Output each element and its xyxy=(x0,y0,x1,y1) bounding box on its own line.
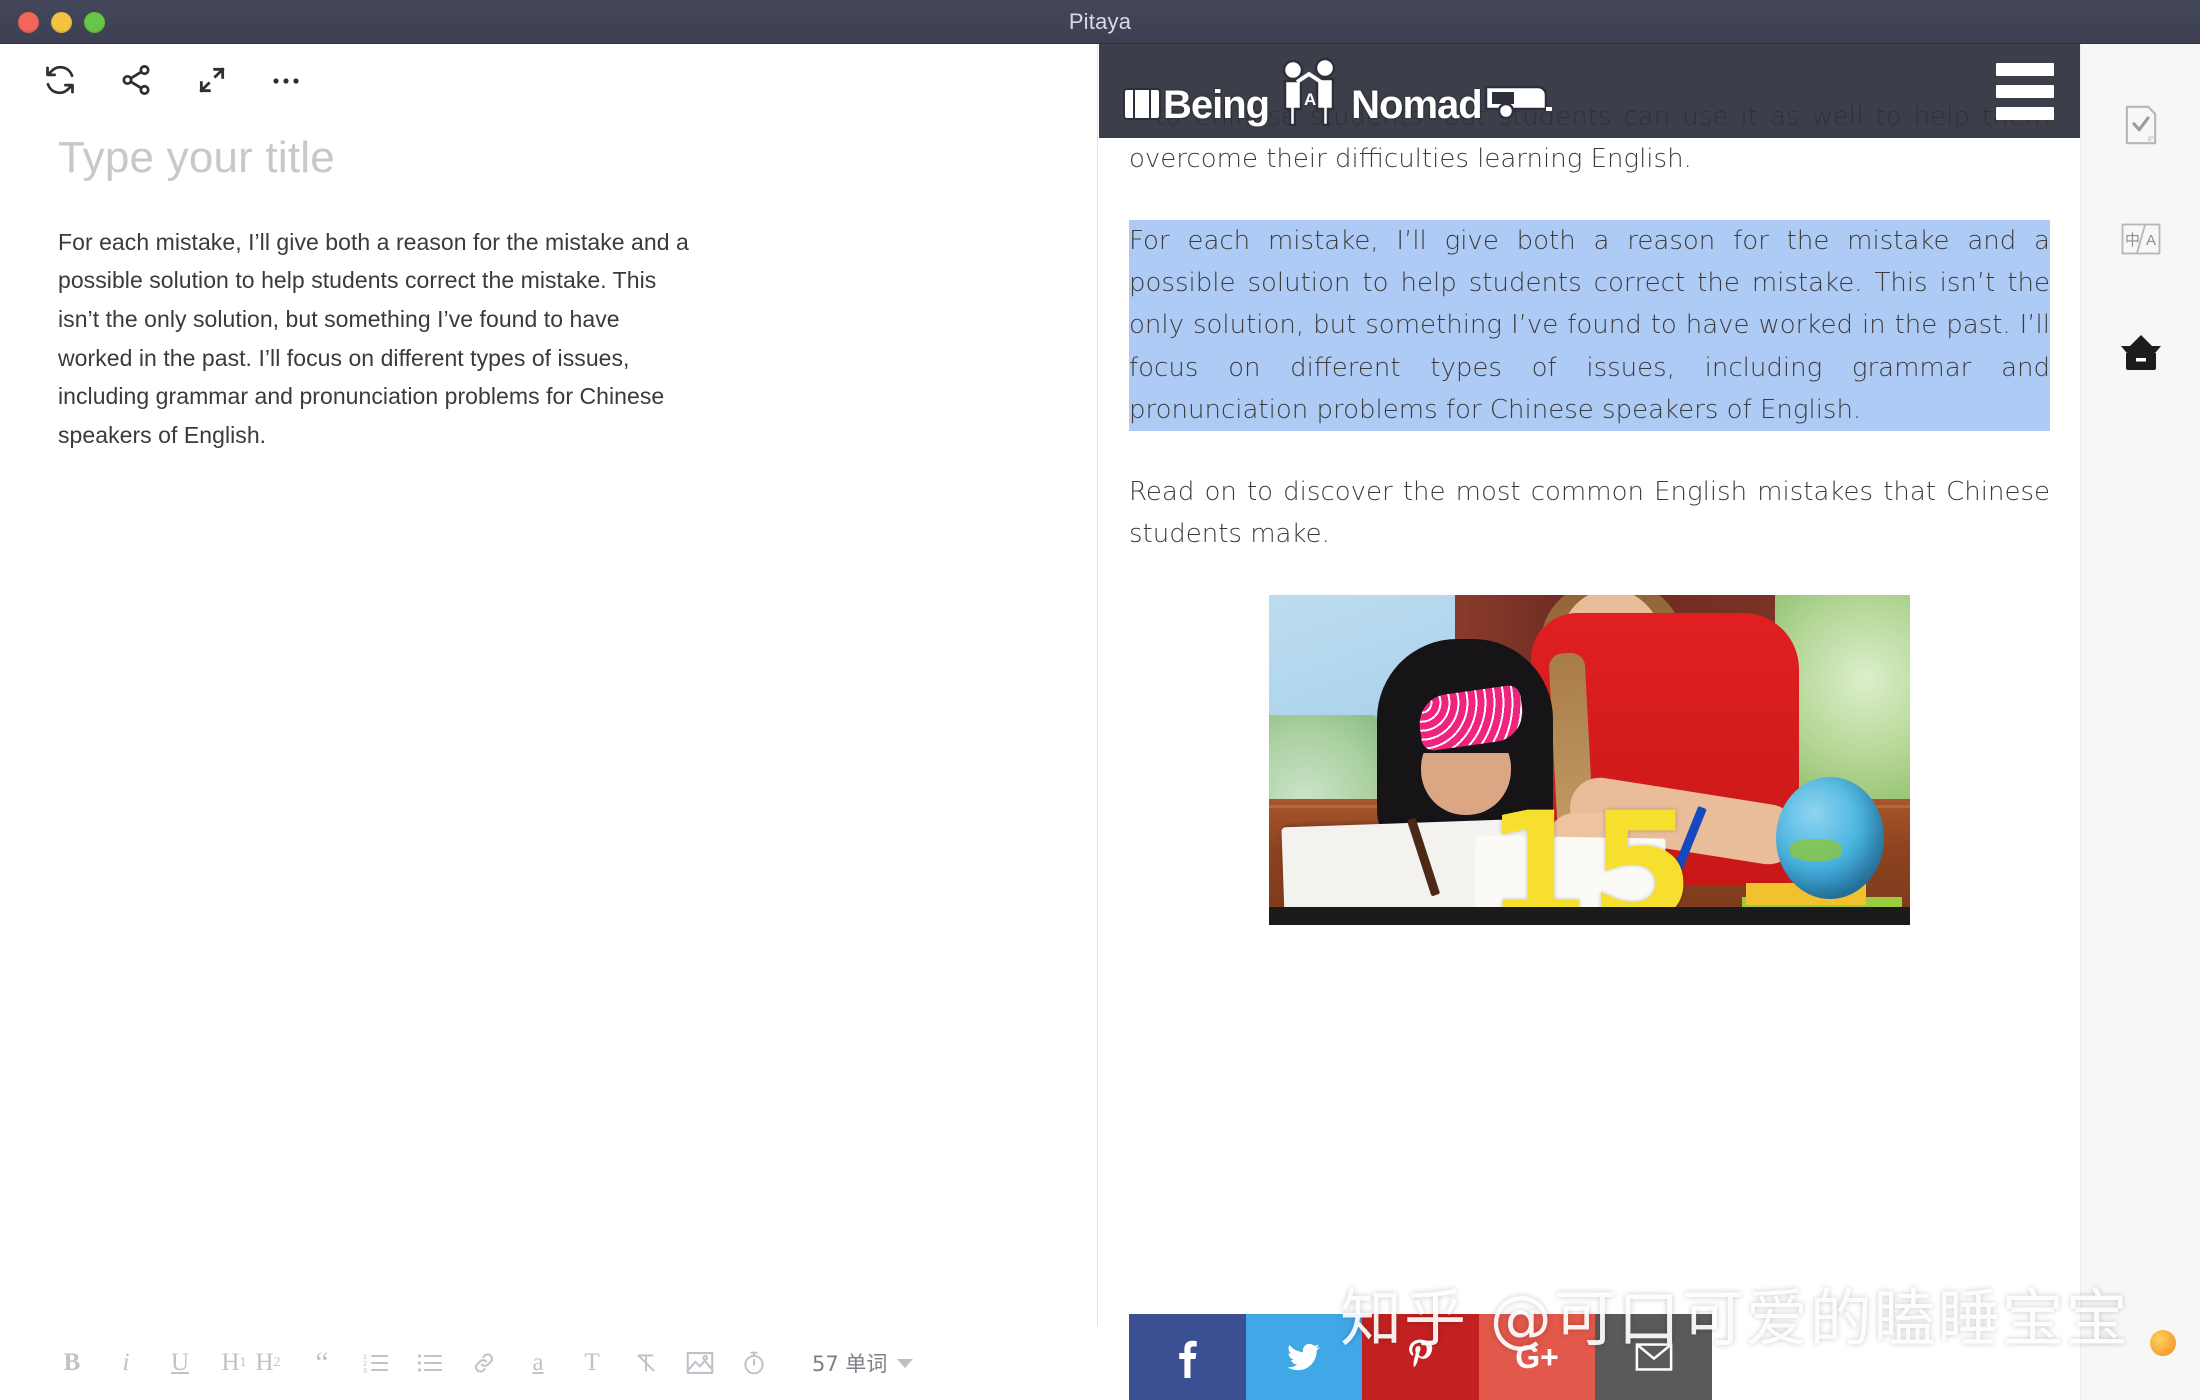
suitcase-icon xyxy=(1123,88,1161,120)
preview-paragraph-selected[interactable]: For each mistake, I’ll give both a reaso… xyxy=(1129,220,2050,431)
document-paragraph[interactable]: For each mistake, I’ll give both a reaso… xyxy=(58,223,698,455)
selected-text: For each mistake, I’ll give both a reaso… xyxy=(1129,226,2050,425)
editor-body[interactable]: Type your title For each mistake, I’ll g… xyxy=(0,116,1097,1316)
document-check-icon[interactable] xyxy=(2112,96,2170,154)
italic-button[interactable]: i xyxy=(112,1338,140,1388)
window-title: Pitaya xyxy=(1068,9,1132,34)
fullscreen-icon[interactable] xyxy=(174,50,250,110)
hamburger-icon[interactable] xyxy=(1996,62,2054,120)
svg-text:2: 2 xyxy=(363,1361,367,1368)
clear-format-button[interactable] xyxy=(632,1338,660,1388)
site-header: Being A Nomad xyxy=(1099,44,2080,138)
format-toolbar: B i U H1 H2 “ 1 2 3 a T 57 单词 xyxy=(0,1326,1098,1400)
strikethrough-button[interactable]: a xyxy=(524,1338,552,1388)
window-titlebar: Pitaya xyxy=(0,0,2200,44)
editor-toolbar xyxy=(0,44,1097,116)
more-icon[interactable] xyxy=(250,50,326,110)
heading1-button[interactable]: H1 xyxy=(220,1338,248,1388)
blockquote-button[interactable]: “ xyxy=(308,1338,336,1388)
word-count[interactable]: 57 单词 xyxy=(812,1348,914,1378)
preview-article: …to Chinese students. But students can u… xyxy=(1099,44,2080,925)
site-logo-text-2: Nomad xyxy=(1351,83,1483,127)
timer-button[interactable] xyxy=(740,1338,768,1388)
document-title-input[interactable]: Type your title xyxy=(58,132,1037,185)
share-icon[interactable] xyxy=(98,50,174,110)
caravan-icon xyxy=(1484,85,1552,120)
sync-icon[interactable] xyxy=(22,50,98,110)
editor-pane: Type your title For each mistake, I’ll g… xyxy=(0,44,1098,1400)
translate-cn-label: 中 xyxy=(2125,231,2140,249)
underline-button[interactable]: U xyxy=(166,1338,194,1388)
logo-letter-a: A xyxy=(1304,90,1316,109)
ordered-list-button[interactable]: 1 2 3 xyxy=(362,1338,390,1388)
site-logo[interactable]: Being A Nomad xyxy=(1121,57,1554,127)
article-photo: 15 xyxy=(1269,594,1910,925)
photo-overlay-number: 15 xyxy=(1485,780,1694,925)
bullet-list-button[interactable] xyxy=(416,1338,444,1388)
zhihu-watermark: 知乎 @可口可爱的瞌睡宝宝 xyxy=(1340,1282,2130,1355)
translate-icon[interactable]: 中 A xyxy=(2112,210,2170,268)
svg-text:1: 1 xyxy=(363,1354,367,1361)
share-facebook[interactable] xyxy=(1129,1314,1246,1400)
archive-icon[interactable] xyxy=(2112,324,2170,382)
preview-paragraph-readon: Read on to discover the most common Engl… xyxy=(1129,476,2050,549)
insert-image-button[interactable] xyxy=(686,1338,714,1388)
text-style-button[interactable]: T xyxy=(578,1338,606,1388)
site-logo-text-1: Being xyxy=(1163,83,1270,127)
watermark-emoji-icon xyxy=(2150,1330,2176,1356)
translate-en-label: A xyxy=(2146,232,2156,249)
link-button[interactable] xyxy=(470,1338,498,1388)
word-count-label: 57 单词 xyxy=(812,1352,888,1376)
svg-text:3: 3 xyxy=(363,1368,367,1374)
bold-button[interactable]: B xyxy=(58,1338,86,1388)
heading2-button[interactable]: H2 xyxy=(254,1338,282,1388)
family-icon: A xyxy=(1282,57,1336,127)
right-sidebar: 中 A xyxy=(2080,44,2200,1400)
chevron-down-icon[interactable] xyxy=(897,1358,914,1368)
preview-pane: …to Chinese students. But students can u… xyxy=(1099,44,2080,1400)
